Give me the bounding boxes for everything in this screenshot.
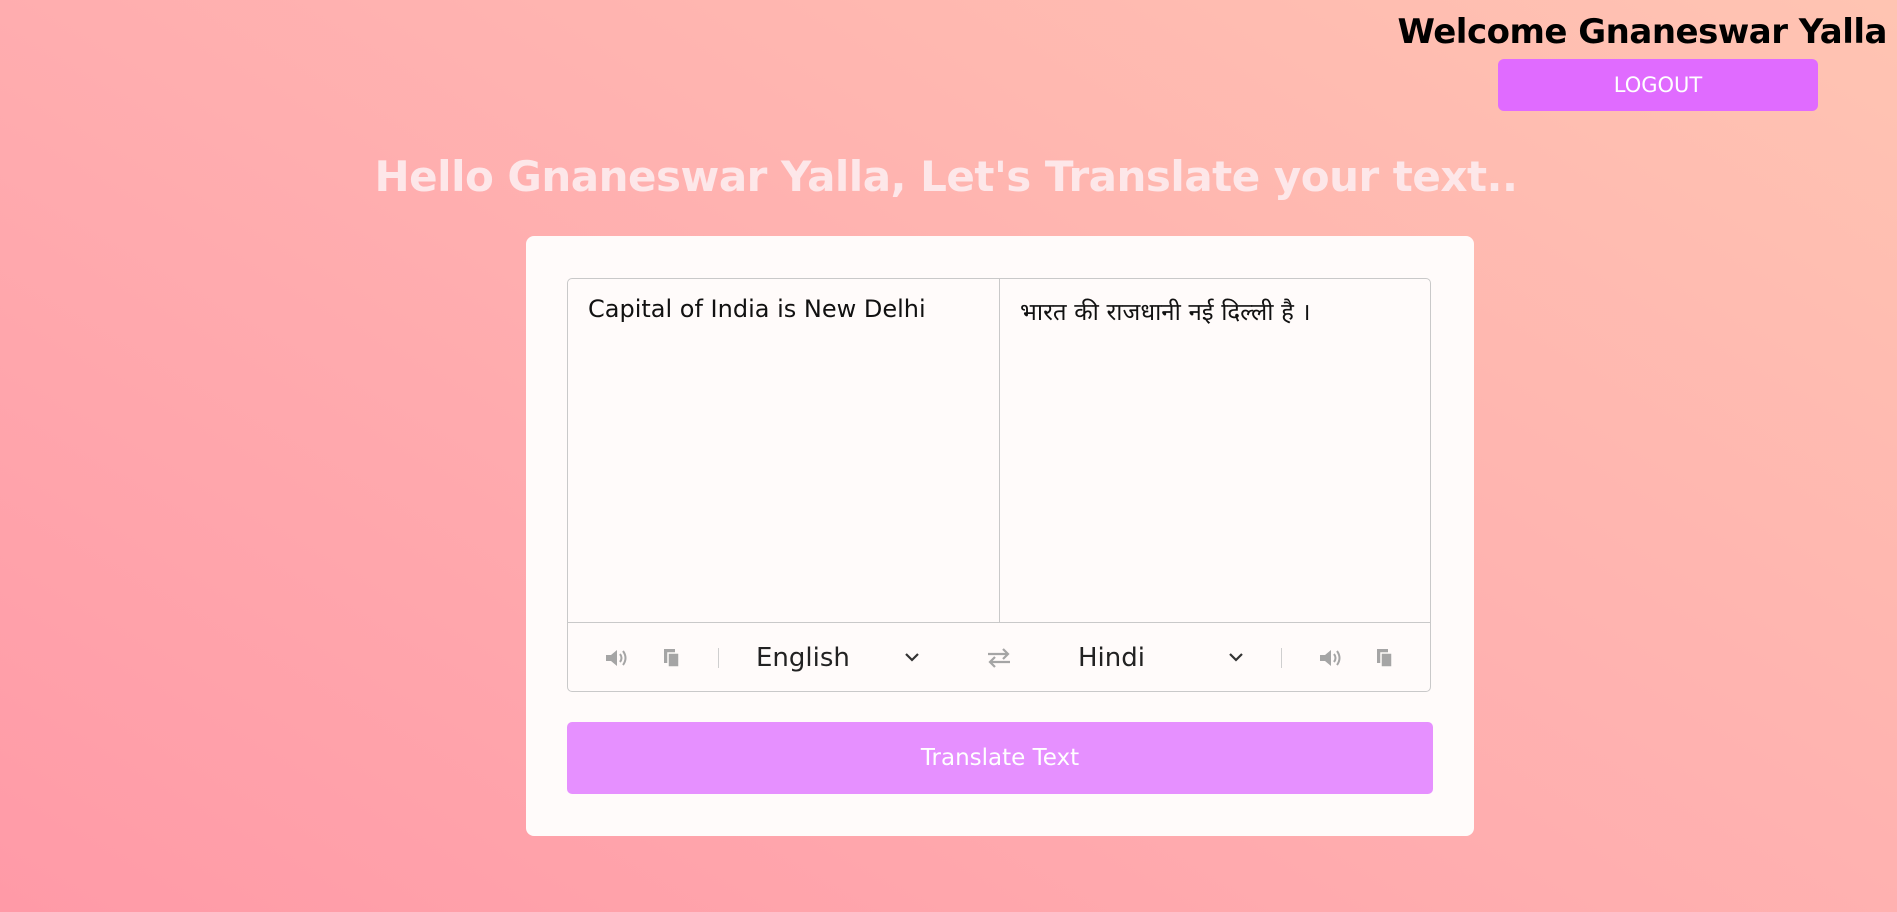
separator (718, 648, 719, 668)
target-language-label: Hindi (1078, 643, 1145, 673)
translate-button[interactable]: Translate Text (567, 722, 1433, 794)
translator-editor: Capital of India is New Delhi भारत की रा… (567, 278, 1431, 692)
source-copy-icon[interactable] (654, 623, 690, 691)
source-speaker-icon[interactable] (598, 623, 634, 691)
controls-bar: English Hindi (568, 622, 1430, 691)
welcome-text: Welcome Gnaneswar Yalla (1397, 12, 1887, 52)
swap-icon[interactable] (981, 623, 1017, 691)
target-textarea[interactable]: भारत की राजधानी नई दिल्ली है । (1000, 279, 1430, 622)
target-language-select[interactable]: Hindi (1078, 623, 1248, 691)
separator (1281, 648, 1282, 668)
source-language-label: English (756, 643, 850, 673)
target-speaker-icon[interactable] (1312, 623, 1348, 691)
target-copy-icon[interactable] (1367, 623, 1403, 691)
logout-button[interactable]: LOGOUT (1498, 59, 1818, 111)
chevron-down-icon (1228, 647, 1244, 668)
page-heading: Hello Gnaneswar Yalla, Let's Translate y… (374, 152, 1518, 201)
chevron-down-icon (904, 647, 920, 668)
source-language-select[interactable]: English (756, 623, 926, 691)
translator-card: Capital of India is New Delhi भारत की रा… (526, 236, 1474, 836)
source-textarea[interactable]: Capital of India is New Delhi (568, 279, 1000, 622)
